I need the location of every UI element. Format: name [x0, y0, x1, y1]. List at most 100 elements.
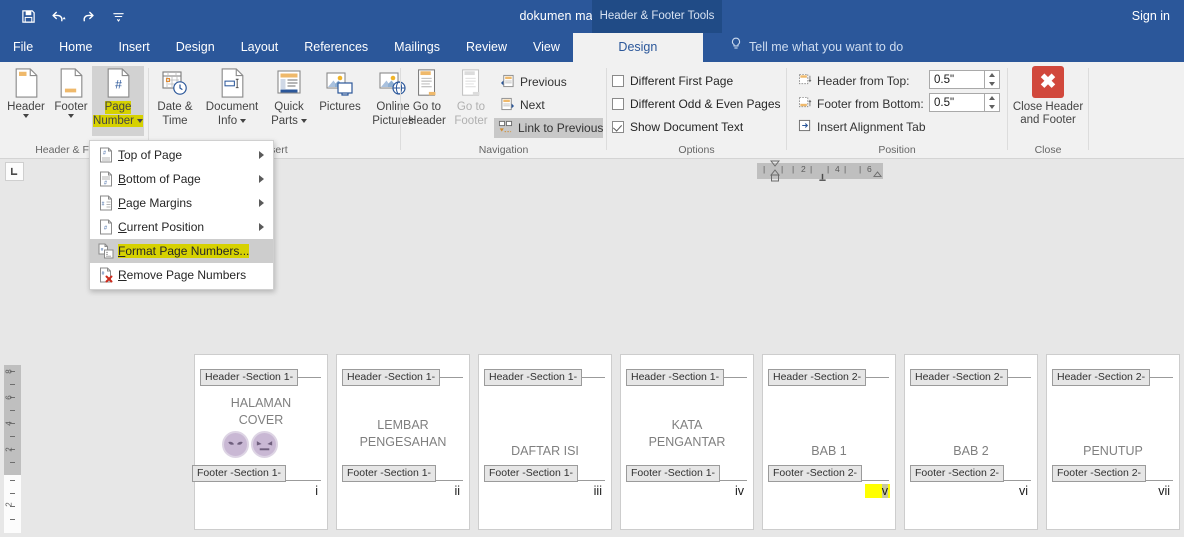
- footer-dropdown-caret-icon[interactable]: [68, 113, 74, 118]
- page-title-line1: KATA: [671, 418, 703, 432]
- link-to-previous-icon: [498, 120, 513, 137]
- page-thumbnail[interactable]: Header -Section 1- HALAMAN COVER Footer …: [192, 354, 328, 530]
- tell-me-search[interactable]: Tell me what you want to do: [730, 33, 903, 62]
- menu-item-remove-page-numbers[interactable]: # Remove Page Numbers: [90, 263, 273, 287]
- next-button[interactable]: Next: [496, 95, 549, 115]
- page-thumbnail[interactable]: Header -Section 1- DAFTAR ISI Footer -Se…: [478, 354, 612, 530]
- first-line-indent-marker[interactable]: [769, 160, 781, 187]
- svg-text:#: #: [115, 78, 122, 92]
- go-to-footer-label-line1: Go to: [456, 101, 486, 113]
- page-thumbnail[interactable]: Header -Section 2- BAB 1 Footer -Section…: [762, 354, 896, 530]
- footer-button[interactable]: Footer: [48, 66, 94, 136]
- document-info-icon: [220, 66, 245, 100]
- alignment-tab-icon: [798, 119, 812, 135]
- insert-alignment-tab-button[interactable]: Insert Alignment Tab: [794, 117, 930, 137]
- page-number-icon: #: [106, 66, 131, 100]
- ribbon-group-close: ✖ Close Header and Footer Close: [1008, 62, 1088, 158]
- tab-view[interactable]: View: [520, 33, 573, 62]
- quick-parts-button[interactable]: Quick Parts: [265, 66, 313, 136]
- current-position-icon: #: [94, 219, 118, 235]
- footer-section-tag: Footer -Section 2-: [910, 465, 1005, 482]
- vertical-ruler-margin[interactable]: 2: [4, 475, 21, 533]
- page-thumbnail[interactable]: Header -Section 2- PENUTUP Footer -Secti…: [1046, 354, 1180, 530]
- page-number-dropdown-caret-icon[interactable]: [136, 118, 143, 123]
- page-thumbnail[interactable]: Header -Section 1- KATA PENGANTAR Footer…: [620, 354, 754, 530]
- checkbox-box-different-first-page: [612, 74, 624, 87]
- menu-item-page-margins[interactable]: # Page Margins: [90, 191, 273, 215]
- page-thumbnail[interactable]: Header -Section 1- LEMBAR PENGESAHAN Foo…: [336, 354, 470, 530]
- tab-stop-selector[interactable]: [5, 162, 24, 181]
- header-dropdown-caret-icon[interactable]: [23, 113, 29, 118]
- ribbon-group-options: Different First Page Different Odd & Eve…: [607, 62, 786, 158]
- right-indent-marker[interactable]: [872, 168, 883, 186]
- header-from-top-input[interactable]: [929, 70, 985, 89]
- quick-parts-caret-icon[interactable]: [300, 118, 307, 123]
- menu-item-top-of-page[interactable]: # Top of Page: [90, 143, 273, 167]
- footer-from-bottom-input[interactable]: [929, 93, 985, 112]
- header-section-tag: Header -Section 1-: [342, 369, 441, 386]
- h-ruler-tick: |: [827, 164, 830, 174]
- different-first-page-checkbox[interactable]: Different First Page: [612, 70, 733, 91]
- tab-header-footer-design[interactable]: Design: [572, 33, 703, 62]
- sign-in-button[interactable]: Sign in: [1132, 0, 1170, 33]
- previous-section-icon: [500, 74, 515, 91]
- header-section-tag: Header -Section 1-: [626, 369, 725, 386]
- quick-parts-label-line2: Parts: [271, 115, 307, 128]
- ribbon-tab-strip: File Home Insert Design Layout Reference…: [0, 33, 1184, 62]
- word-application-window: dokumen makalah - Word Header & Footer T…: [0, 0, 1184, 537]
- different-odd-even-checkbox[interactable]: Different Odd & Even Pages: [612, 93, 781, 114]
- menu-item-label: Current Position: [118, 220, 205, 234]
- show-document-text-checkbox[interactable]: Show Document Text: [612, 116, 743, 137]
- v-ruler-label: 8: [4, 369, 14, 374]
- link-to-previous-button[interactable]: Link to Previous: [494, 118, 603, 138]
- header-from-top-spin-arrows[interactable]: [985, 70, 1000, 89]
- pictures-button[interactable]: Pictures: [315, 66, 365, 136]
- ribbon-tabs: File Home Insert Design Layout Reference…: [0, 33, 703, 62]
- tab-home[interactable]: Home: [46, 33, 105, 62]
- tab-insert[interactable]: Insert: [106, 33, 163, 62]
- go-to-footer-button[interactable]: Go to Footer: [449, 66, 493, 136]
- menu-item-bottom-of-page[interactable]: # Bottom of Page: [90, 167, 273, 191]
- footer-button-label: Footer: [54, 101, 88, 113]
- tab-layout[interactable]: Layout: [228, 33, 292, 62]
- different-odd-even-label: Different Odd & Even Pages: [630, 96, 781, 111]
- document-info-button[interactable]: Document Info: [201, 66, 263, 136]
- header-button[interactable]: Header: [3, 66, 49, 136]
- tab-mailings[interactable]: Mailings: [381, 33, 453, 62]
- h-ruler-tick: |: [859, 164, 862, 174]
- close-header-and-footer-button[interactable]: ✖ Close Header and Footer: [1006, 66, 1090, 138]
- svg-text:#: #: [103, 151, 106, 157]
- date-time-button[interactable]: Date & Time: [151, 66, 199, 136]
- footer-from-bottom-stepper[interactable]: [929, 93, 1000, 112]
- document-info-caret-icon[interactable]: [240, 118, 247, 123]
- menu-item-current-position[interactable]: # Current Position: [90, 215, 273, 239]
- go-to-header-label-line2: Header: [408, 114, 446, 127]
- footer-from-bottom-spin-arrows[interactable]: [985, 93, 1000, 112]
- svg-text:#: #: [101, 247, 104, 252]
- previous-button[interactable]: Previous: [496, 72, 571, 92]
- page-number-button[interactable]: # Page Number: [92, 66, 144, 136]
- tab-references[interactable]: References: [291, 33, 381, 62]
- tab-file[interactable]: File: [0, 33, 46, 62]
- different-first-page-label: Different First Page: [630, 73, 734, 88]
- svg-text:#: #: [104, 181, 107, 187]
- menu-item-format-page-numbers[interactable]: # Format Page Numbers...: [90, 239, 273, 263]
- title-bar: dokumen makalah - Word Header & Footer T…: [0, 0, 1184, 33]
- bottom-of-page-icon: #: [94, 171, 118, 187]
- svg-text:#: #: [102, 202, 105, 208]
- header-from-top-stepper[interactable]: [929, 70, 1000, 89]
- header-from-top-icon: [798, 73, 812, 89]
- page-thumbnail[interactable]: Header -Section 2- BAB 2 Footer -Section…: [904, 354, 1038, 530]
- page-title-line1: BAB 2: [953, 444, 989, 458]
- header-from-top-row: Header from Top:: [794, 71, 914, 91]
- vertical-ruler[interactable]: 8 6 4 2: [4, 365, 21, 475]
- tab-stop-marker[interactable]: [818, 169, 827, 187]
- tab-design[interactable]: Design: [163, 33, 228, 62]
- go-to-header-button[interactable]: Go to Header: [405, 66, 449, 136]
- tab-review[interactable]: Review: [453, 33, 520, 62]
- header-section-tag: Header -Section 1-: [484, 369, 583, 386]
- insert-alignment-tab-label: Insert Alignment Tab: [817, 120, 926, 134]
- page-title-line1: LEMBAR: [377, 418, 429, 432]
- horizontal-ruler[interactable]: | | | 2 | | 4 | | 6: [757, 160, 883, 182]
- header-page-icon: [14, 66, 39, 100]
